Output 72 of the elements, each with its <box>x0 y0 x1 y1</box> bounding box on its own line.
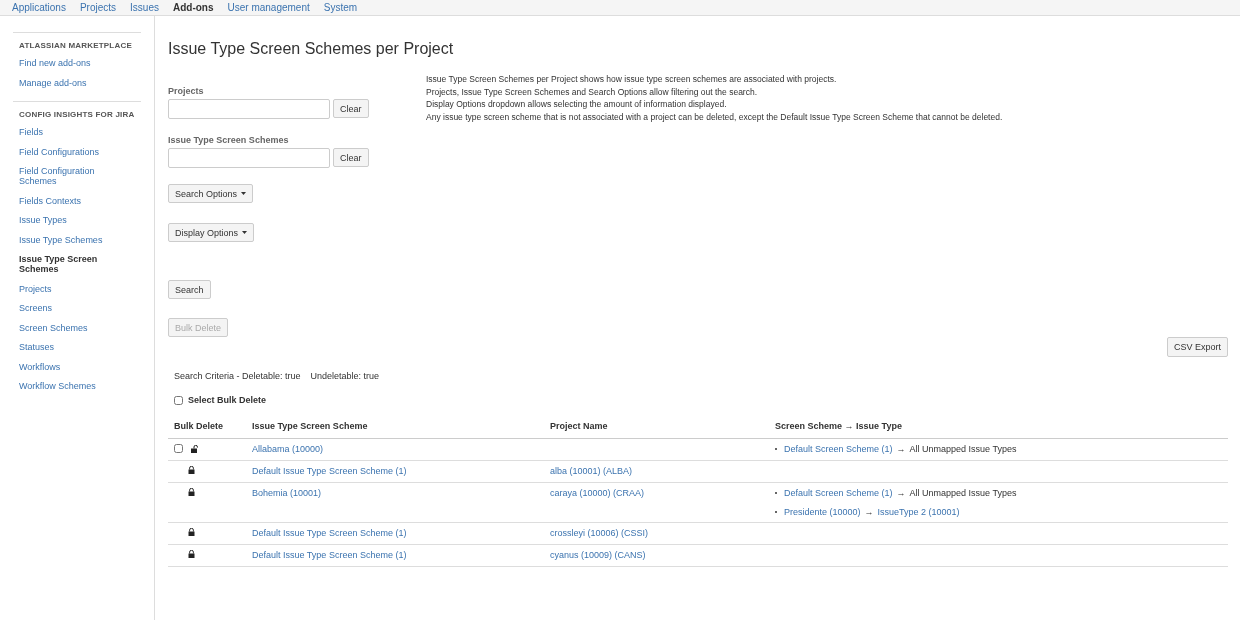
unlocked-padlock-icon <box>191 444 198 453</box>
sidebar-item[interactable]: Manage add-ons <box>19 77 119 88</box>
padlock-icon <box>188 550 195 558</box>
column-header: Bulk Delete <box>168 417 246 439</box>
filter-input[interactable] <box>168 99 330 119</box>
nav-tab[interactable]: System <box>323 2 358 13</box>
sidebar-item[interactable]: Workflow Schemes <box>19 381 119 391</box>
arrow-text: → <box>896 444 906 454</box>
column-header: Issue Type Screen Scheme <box>246 417 544 439</box>
search-criteria-text: Search Criteria - Deletable: true <box>174 371 301 381</box>
nav-tab[interactable]: User management <box>227 2 310 13</box>
field-label: Projects <box>168 86 205 96</box>
description-line: Display Options dropdown allows selecting the amount of information displayed. <box>426 98 728 111</box>
description-line: Issue Type Screen Schemes per Project shows how issue type screen schemes are associated with projects. <box>426 73 838 86</box>
row-checkbox[interactable] <box>174 444 183 453</box>
column-header: Screen Scheme → Issue Type <box>769 417 1228 439</box>
sidebar-heading: CONFIG INSIGHTS FOR JIRA <box>19 110 136 119</box>
sidebar-item[interactable]: Screen Schemes <box>19 322 119 333</box>
csv-export-button[interactable]: CSV Export <box>1166 337 1228 357</box>
search-button[interactable]: Search <box>168 280 211 299</box>
project-link[interactable]: alba (10001) (ALBA) <box>550 466 633 476</box>
sidebar-item[interactable]: Projects <box>19 283 119 294</box>
sidebar-item[interactable]: Field Configurations <box>19 146 119 157</box>
arrow-text: → <box>864 507 874 517</box>
clear-button[interactable]: Clear <box>333 99 369 118</box>
scheme-link[interactable]: Default Issue Type Screen Scheme (1) <box>252 466 407 476</box>
issue-type-text: All Unmapped Issue Types <box>909 444 1017 454</box>
checkbox[interactable] <box>174 395 183 405</box>
nav-tab[interactable]: Issues <box>130 2 159 13</box>
sidebar-item[interactable]: Fields <box>19 127 119 137</box>
screen-scheme-link[interactable]: Presidente (10000) <box>784 507 861 517</box>
sidebar-item[interactable]: Issue Types <box>19 215 119 225</box>
search-criteria-text: Undeletable: true <box>310 371 380 381</box>
screen-scheme-link[interactable]: Default Screen Scheme (1) <box>784 444 893 454</box>
description-line: Projects, Issue Type Screen Schemes and Search Options allow filtering out the search. <box>426 85 759 98</box>
clear-button[interactable]: Clear <box>333 148 369 167</box>
screen-scheme-link[interactable]: Default Screen Scheme (1) <box>784 488 893 498</box>
nav-tab[interactable]: Add-ons <box>172 2 214 13</box>
nav-tab[interactable]: Applications <box>12 2 66 13</box>
padlock-icon <box>188 488 195 496</box>
column-header: Project Name <box>544 417 769 439</box>
sidebar-item[interactable]: Issue Type Screen Schemes <box>19 254 119 274</box>
issue-type-text: All Unmapped Issue Types <box>909 488 1017 498</box>
sidebar-item[interactable]: Screens <box>19 303 119 313</box>
sidebar-item[interactable]: Statuses <box>19 342 119 352</box>
padlock-icon <box>188 528 195 536</box>
field-label: Issue Type Screen Schemes <box>168 135 290 145</box>
sidebar-item[interactable]: Find new add-ons <box>19 58 119 68</box>
dropdown-button[interactable]: Search Options <box>168 184 254 203</box>
scheme-link[interactable]: Bohemia (10001) <box>252 488 322 498</box>
sidebar-item[interactable]: Field Configuration Schemes <box>19 166 119 186</box>
nav-tab[interactable]: Projects <box>79 2 117 13</box>
checkbox-label: Select Bulk Delete <box>188 395 267 405</box>
caret-icon <box>242 231 248 234</box>
scheme-link[interactable]: Default Issue Type Screen Scheme (1) <box>252 550 407 560</box>
issue-type-link[interactable]: IssueType 2 (10001) <box>877 507 960 517</box>
scheme-link[interactable]: Default Issue Type Screen Scheme (1) <box>252 528 407 538</box>
sidebar-item[interactable]: Workflows <box>19 361 119 372</box>
arrow-text: → <box>896 488 906 498</box>
sidebar-item[interactable]: Issue Type Schemes <box>19 234 119 245</box>
description-line: Any issue type screen scheme that is not associated with a project can be deleted, except the Default Issue Type Screen Scheme that cannot be deleted. <box>426 110 1003 123</box>
scheme-link[interactable]: Allabama (10000) <box>252 444 324 454</box>
filter-input[interactable] <box>168 148 330 168</box>
page-title: Issue Type Screen Schemes per Project <box>168 40 455 58</box>
caret-icon <box>241 192 247 195</box>
padlock-icon <box>188 466 195 474</box>
dropdown-button[interactable]: Display Options <box>168 223 255 242</box>
sidebar-heading: ATLASSIAN MARKETPLACE <box>19 41 133 50</box>
sidebar-item[interactable]: Fields Contexts <box>19 195 119 206</box>
project-link[interactable]: crossleyi (10006) (CSSI) <box>550 528 649 538</box>
project-link[interactable]: caraya (10000) (CRAA) <box>550 488 645 498</box>
project-link[interactable]: cyanus (10009) (CANS) <box>550 550 646 560</box>
